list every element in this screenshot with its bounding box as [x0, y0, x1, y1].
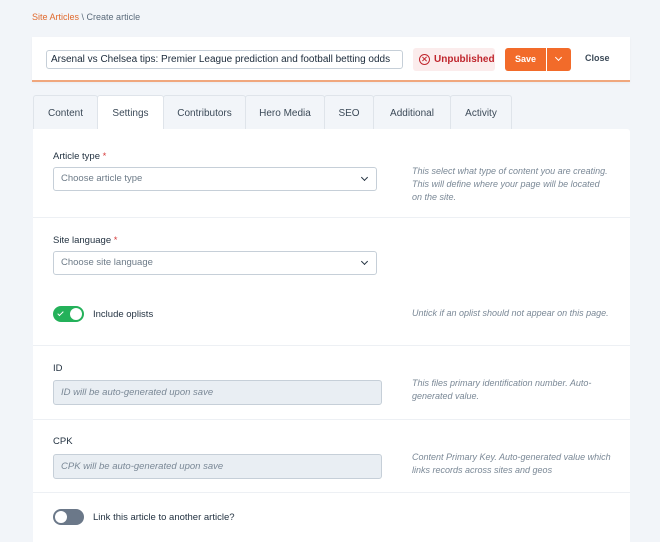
chevron-down-icon — [360, 173, 369, 182]
link-article-toggle[interactable] — [53, 509, 84, 525]
breadcrumb-separator: \ — [79, 12, 87, 22]
site-language-placeholder: Choose site language — [61, 257, 153, 268]
cpk-label: CPK — [53, 436, 73, 447]
save-button[interactable]: Save — [505, 48, 546, 71]
article-type-label: Article type * — [53, 151, 107, 162]
article-header-bar: Unpublished Save Close — [32, 37, 630, 82]
status-badge: Unpublished — [413, 48, 495, 71]
tab-settings[interactable]: Settings — [97, 95, 164, 131]
tab-additional[interactable]: Additional — [373, 95, 451, 130]
include-oplists-help: Untick if an oplist should not appear on… — [412, 308, 609, 318]
x-circle-icon — [419, 54, 430, 65]
chevron-down-icon — [360, 257, 369, 266]
link-article-label: Link this article to another article? — [93, 512, 235, 523]
tab-activity[interactable]: Activity — [450, 95, 512, 130]
tab-content[interactable]: Content — [33, 95, 98, 130]
required-mark: * — [102, 151, 107, 162]
toggle-knob — [55, 511, 67, 523]
article-type-select[interactable]: Choose article type — [53, 167, 377, 191]
site-language-label: Site language * — [53, 235, 118, 246]
required-mark: * — [113, 235, 118, 246]
save-options-button[interactable] — [547, 48, 571, 71]
cpk-field: CPK will be auto-generated upon save — [53, 454, 382, 479]
tab-bar: Content Settings Contributors Hero Media… — [33, 95, 512, 131]
include-oplists-toggle[interactable] — [53, 306, 84, 322]
cpk-help: Content Primary Key. Auto-generated valu… — [412, 452, 611, 475]
divider — [33, 345, 630, 346]
status-label: Unpublished — [434, 54, 495, 65]
article-title-input[interactable] — [46, 50, 403, 69]
include-oplists-label: Include oplists — [93, 309, 154, 320]
toggle-knob — [70, 308, 82, 320]
breadcrumb-link-site-articles[interactable]: Site Articles — [32, 12, 79, 22]
tab-contributors[interactable]: Contributors — [163, 95, 246, 130]
check-icon — [57, 309, 64, 317]
settings-panel: Article type * Choose article type This … — [33, 129, 630, 542]
id-label: ID — [53, 363, 63, 374]
article-type-placeholder: Choose article type — [61, 173, 143, 184]
id-field: ID will be auto-generated upon save — [53, 380, 382, 405]
divider — [33, 492, 630, 493]
breadcrumb-current: Create article — [86, 12, 141, 22]
divider — [33, 419, 630, 420]
id-help: This files primary identification number… — [412, 378, 592, 401]
tab-hero-media[interactable]: Hero Media — [245, 95, 325, 130]
breadcrumb: Site Articles \ Create article — [32, 12, 140, 22]
tab-seo[interactable]: SEO — [324, 95, 374, 130]
divider — [33, 217, 630, 218]
close-button[interactable]: Close — [585, 53, 610, 63]
article-type-help: This select what type of content you are… — [412, 166, 608, 202]
site-language-select[interactable]: Choose site language — [53, 251, 377, 275]
